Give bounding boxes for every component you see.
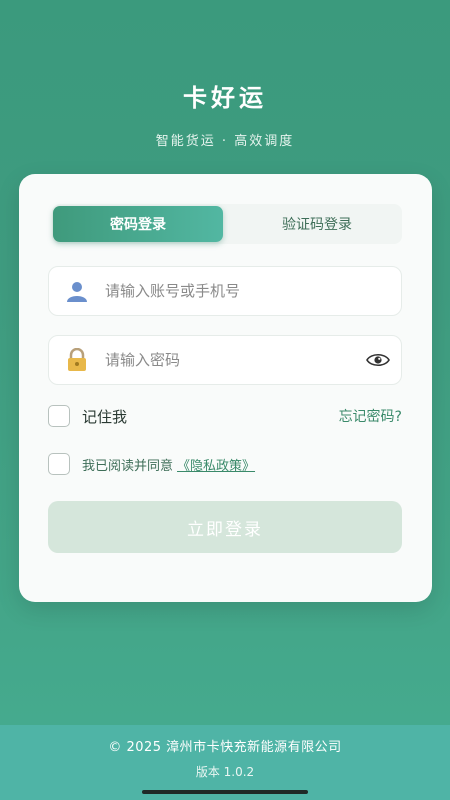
remember-checkbox[interactable] <box>48 405 70 427</box>
password-field[interactable] <box>48 335 402 385</box>
tab-password-login[interactable]: 密码登录 <box>53 206 223 242</box>
lock-icon <box>49 348 105 372</box>
login-button[interactable]: 立即登录 <box>48 501 402 553</box>
tab-code-login[interactable]: 验证码登录 <box>232 206 402 242</box>
home-indicator <box>142 790 308 794</box>
account-field[interactable] <box>48 266 402 316</box>
privacy-policy-link[interactable]: 《隐私政策》 <box>177 455 255 474</box>
eye-icon[interactable] <box>355 352 401 368</box>
app-header: 卡好运 智能货运 · 高效调度 <box>0 78 450 149</box>
account-input[interactable] <box>105 282 401 300</box>
user-icon <box>49 279 105 303</box>
app-subtitle: 智能货运 · 高效调度 <box>155 134 295 149</box>
app-title: 卡好运 <box>183 84 267 112</box>
login-tabs: 密码登录 验证码登录 <box>52 204 402 244</box>
remember-label: 记住我 <box>82 407 128 426</box>
login-card: 密码登录 验证码登录 记 <box>19 174 432 602</box>
agreement-label: 我已阅读并同意 <box>82 458 174 474</box>
footer: © 2025 漳州市卡快充新能源有限公司 版本 1.0.2 <box>0 725 450 800</box>
remember-row: 记住我 忘记密码? <box>48 405 402 427</box>
forgot-password-link[interactable]: 忘记密码? <box>339 406 402 426</box>
copyright-text: © 2025 漳州市卡快充新能源有限公司 <box>108 740 342 755</box>
password-input[interactable] <box>105 351 355 369</box>
agreement-checkbox[interactable] <box>48 453 70 475</box>
agreement-row: 我已阅读并同意 《隐私政策》 <box>48 453 402 475</box>
version-text: 版本 1.0.2 <box>195 765 255 779</box>
